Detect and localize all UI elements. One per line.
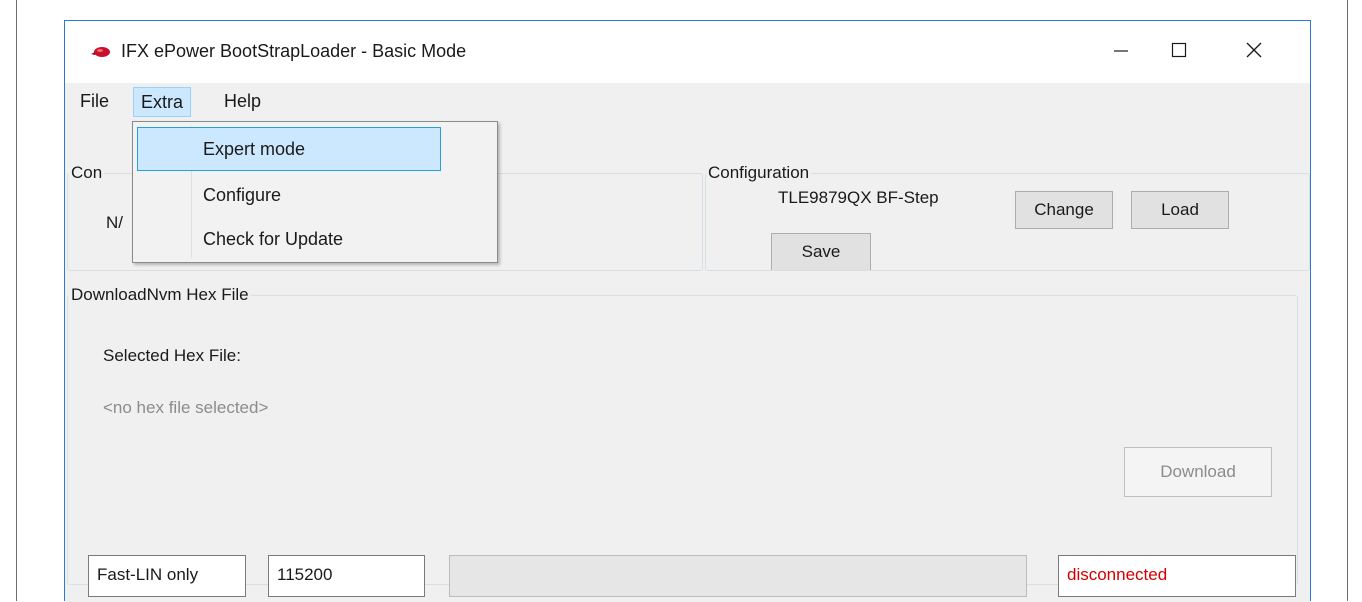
extra-dropdown-menu: Expert mode Configure Check for Update [132,121,498,263]
connection-status: disconnected [1058,555,1296,597]
download-group-label: DownloadNvm Hex File [69,285,251,305]
menu-bar: File Extra Help [65,83,1310,119]
maximize-icon [1171,42,1187,63]
window-title: IFX ePower BootStrapLoader - Basic Mode [121,41,467,61]
menu-help[interactable]: Help [217,87,268,117]
menu-item-configure[interactable]: Configure [137,173,441,217]
app-window: IFX ePower BootStrapLoader - Basic Mode … [64,20,1311,602]
background-frame-line [1347,0,1348,601]
maximize-button[interactable] [1150,21,1208,83]
load-button[interactable]: Load [1131,191,1229,229]
save-button[interactable]: Save [771,233,871,270]
minimize-icon [1113,42,1129,63]
minimize-button[interactable] [1092,21,1150,83]
menu-file[interactable]: File [73,87,116,117]
configuration-group-label: Configuration [706,163,812,183]
download-button[interactable]: Download [1124,447,1272,497]
progress-bar [449,555,1027,597]
selected-hex-label: Selected Hex File: [103,346,241,365]
baud-status: 115200 [268,555,425,597]
mode-status: Fast-LIN only [88,555,246,597]
download-group [67,295,1298,585]
hex-file-path: <no hex file selected> [103,398,269,417]
close-icon [1245,41,1263,64]
menu-item-check-update[interactable]: Check for Update [137,217,441,261]
menu-item-expert-mode[interactable]: Expert mode [137,127,441,171]
close-button[interactable] [1225,21,1283,83]
connection-name: N/ [106,213,123,232]
device-name: TLE9879QX BF-Step [778,188,939,207]
title-bar: IFX ePower BootStrapLoader - Basic Mode [65,21,1310,83]
menu-extra[interactable]: Extra [133,87,192,117]
background-frame-line [16,0,17,601]
connection-group-label: Con [69,163,105,183]
red-chip-icon [90,44,112,64]
change-button[interactable]: Change [1015,191,1113,229]
